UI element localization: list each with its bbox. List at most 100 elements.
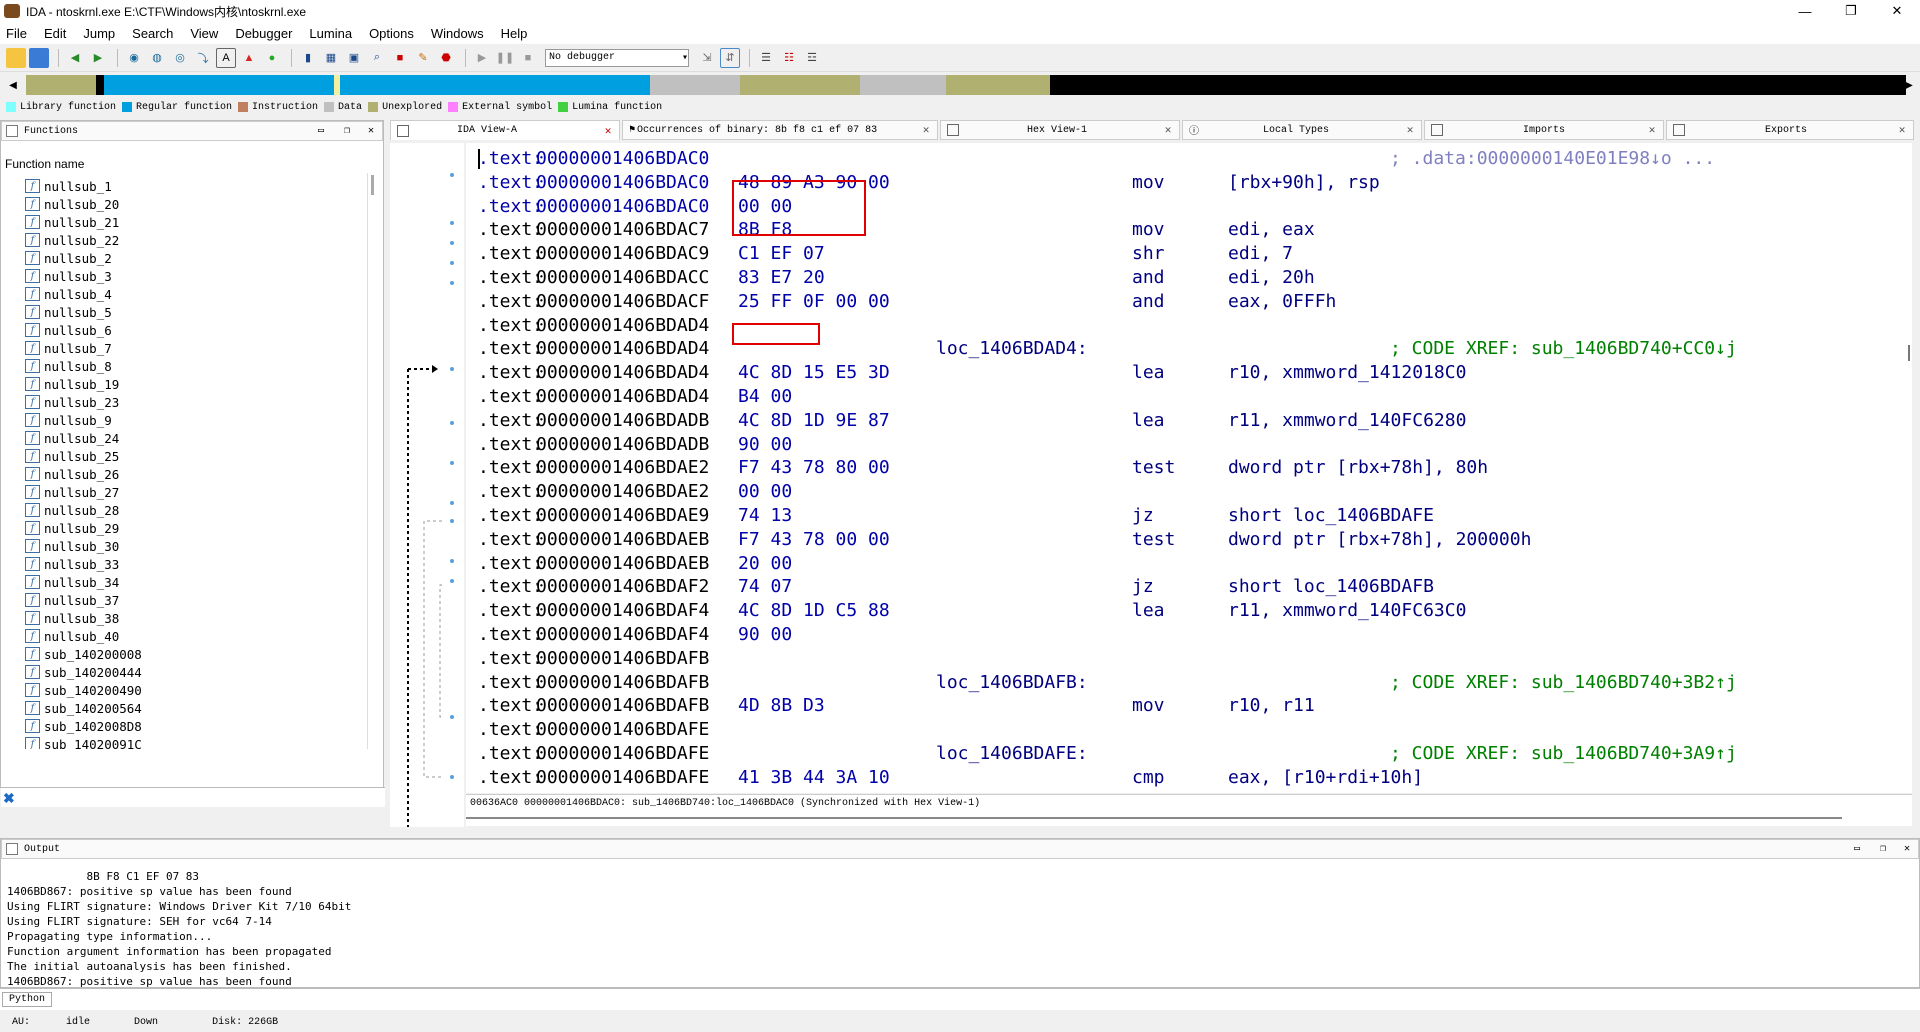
search-binary-icon[interactable]: ⌕ — [367, 48, 387, 68]
close-tab-icon[interactable]: ✕ — [603, 126, 613, 138]
navigation-band[interactable]: ◀ ▶ — [4, 73, 1916, 99]
disassembly-vscroll-thumb[interactable] — [1908, 345, 1910, 361]
forward-icon[interactable]: ▶ — [88, 48, 108, 68]
stop-icon[interactable]: ⬣ — [436, 48, 456, 68]
menu-file[interactable]: File — [6, 26, 27, 41]
function-list-item[interactable]: f nullsub_3 — [25, 267, 365, 285]
debugger-select[interactable]: No debugger ▾ — [545, 48, 689, 67]
globe-icon[interactable]: ◉ — [124, 48, 144, 68]
function-list-item[interactable]: f nullsub_2 — [25, 249, 365, 267]
nav-right-arrow-icon[interactable]: ▶ — [1902, 78, 1916, 92]
tab-local-types[interactable]: ⓘ Local Types ✕ — [1182, 120, 1422, 140]
red-triangle-icon[interactable]: ▲ — [239, 48, 259, 68]
function-list-item[interactable]: f sub_140200490 — [25, 681, 365, 699]
function-name-column-header[interactable]: Function name — [5, 157, 84, 171]
restore-icon[interactable]: ❐ — [344, 125, 350, 137]
functions-list[interactable]: f nullsub_1 f nullsub_20 f nullsub_21 f nullsub… — [25, 177, 365, 749]
jump-icon[interactable]: ⤵ — [193, 48, 213, 68]
minimize-button[interactable]: — — [1782, 0, 1828, 22]
names-icon[interactable]: ▦ — [321, 48, 341, 68]
function-list-item[interactable]: f nullsub_26 — [25, 465, 365, 483]
close-tab-icon[interactable]: ✕ — [1405, 125, 1415, 137]
menu-search[interactable]: Search — [132, 26, 173, 41]
function-graph-icon[interactable]: ◍ — [147, 48, 167, 68]
run-icon[interactable]: ▶ — [472, 48, 492, 68]
tab-exports[interactable]: Exports ✕ — [1666, 120, 1914, 140]
function-list-item[interactable]: f nullsub_30 — [25, 537, 365, 555]
function-list-item[interactable]: f nullsub_6 — [25, 321, 365, 339]
tab-hex-view[interactable]: Hex View-1 ✕ — [940, 120, 1180, 140]
segment-icon[interactable]: ▮ — [298, 48, 318, 68]
menu-help[interactable]: Help — [501, 26, 528, 41]
function-list-item[interactable]: f nullsub_38 — [25, 609, 365, 627]
function-list-item[interactable]: f nullsub_24 — [25, 429, 365, 447]
function-list-item[interactable]: f nullsub_27 — [25, 483, 365, 501]
text-view-icon[interactable]: A — [216, 47, 236, 68]
nav-left-arrow-icon[interactable]: ◀ — [6, 78, 20, 92]
function-list-item[interactable]: f nullsub_4 — [25, 285, 365, 303]
function-list-item[interactable]: f nullsub_28 — [25, 501, 365, 519]
save-icon[interactable] — [29, 47, 49, 68]
function-list-item[interactable]: f nullsub_29 — [25, 519, 365, 537]
menu-options[interactable]: Options — [369, 26, 414, 41]
patch-icon[interactable]: ✎ — [413, 48, 433, 68]
close-tab-icon[interactable]: ✕ — [1163, 125, 1173, 137]
disassembly-hscrollbar[interactable] — [466, 812, 1912, 826]
float-icon[interactable]: ▭ — [318, 125, 324, 137]
breakpoint-icon[interactable]: ■ — [390, 48, 410, 68]
step-into-icon[interactable]: ⇲ — [697, 48, 717, 68]
scroll-thumb[interactable] — [466, 817, 1842, 819]
open-icon[interactable] — [6, 47, 26, 68]
function-list-item[interactable]: f sub_140200444 — [25, 663, 365, 681]
step-over-icon[interactable]: ⇵ — [720, 47, 740, 68]
function-list-item[interactable]: f nullsub_20 — [25, 195, 365, 213]
restore-icon[interactable]: ❐ — [1880, 843, 1886, 855]
function-list-item[interactable]: f nullsub_34 — [25, 573, 365, 591]
output-text[interactable]: 8B F8 C1 EF 07 83 1406BD867: positive sp … — [7, 869, 351, 989]
close-tab-icon[interactable]: ✕ — [921, 125, 931, 137]
functions-filter-bar[interactable]: ✖ — [1, 787, 385, 807]
green-circle-icon[interactable]: ● — [262, 48, 282, 68]
back-icon[interactable]: ◀ — [65, 48, 85, 68]
close-tab-icon[interactable]: ✕ — [1897, 125, 1907, 137]
functions-header[interactable]: Functions ▭ ❐ ✕ — [1, 121, 383, 141]
xref-icon[interactable]: ◎ — [170, 48, 190, 68]
tab-occurrences[interactable]: ⚑ Occurrences of binary: 8b f8 c1 ef 07 … — [622, 120, 938, 140]
function-list-item[interactable]: f sub_1402008D8 — [25, 717, 365, 735]
pause-icon[interactable]: ❚❚ — [495, 48, 515, 68]
function-list-item[interactable]: f nullsub_5 — [25, 303, 365, 321]
function-list-item[interactable]: f sub_140200564 — [25, 699, 365, 717]
python-button[interactable]: Python — [2, 992, 53, 1007]
function-list-item[interactable]: f nullsub_25 — [25, 447, 365, 465]
tab-ida-view-a[interactable]: IDA View-A ✕ — [390, 120, 620, 140]
menu-jump[interactable]: Jump — [83, 26, 115, 41]
function-list-item[interactable]: f nullsub_21 — [25, 213, 365, 231]
functions-scrollbar[interactable] — [367, 173, 379, 749]
function-list-item[interactable]: f nullsub_22 — [25, 231, 365, 249]
tab-imports[interactable]: Imports ✕ — [1424, 120, 1664, 140]
list-remove-icon[interactable]: ☲ — [802, 48, 822, 68]
function-list-item[interactable]: f nullsub_23 — [25, 393, 365, 411]
function-list-item[interactable]: f nullsub_1 — [25, 177, 365, 195]
navigation-strip[interactable] — [26, 75, 1906, 95]
function-list-item[interactable]: f nullsub_40 — [25, 627, 365, 645]
strings-icon[interactable]: ▣ — [344, 48, 364, 68]
menu-windows[interactable]: Windows — [431, 26, 484, 41]
function-list-item[interactable]: f sub_140200008 — [25, 645, 365, 663]
close-button[interactable]: ✕ — [1874, 0, 1920, 22]
function-list-item[interactable]: f nullsub_33 — [25, 555, 365, 573]
menu-view[interactable]: View — [190, 26, 218, 41]
menu-edit[interactable]: Edit — [44, 26, 66, 41]
scroll-thumb[interactable] — [371, 175, 374, 195]
function-list-item[interactable]: f nullsub_7 — [25, 339, 365, 357]
list-icon[interactable]: ☰ — [756, 48, 776, 68]
close-filter-icon[interactable]: ✖ — [3, 790, 15, 807]
command-bar[interactable]: Python — [0, 988, 1920, 1010]
list-add-icon[interactable]: ☷ — [779, 48, 799, 68]
stop-debug-icon[interactable]: ■ — [518, 48, 538, 68]
function-list-item[interactable]: f nullsub_37 — [25, 591, 365, 609]
function-list-item[interactable]: f nullsub_9 — [25, 411, 365, 429]
menu-debugger[interactable]: Debugger — [235, 26, 292, 41]
close-panel-icon[interactable]: ✕ — [368, 125, 374, 137]
menu-lumina[interactable]: Lumina — [309, 26, 352, 41]
